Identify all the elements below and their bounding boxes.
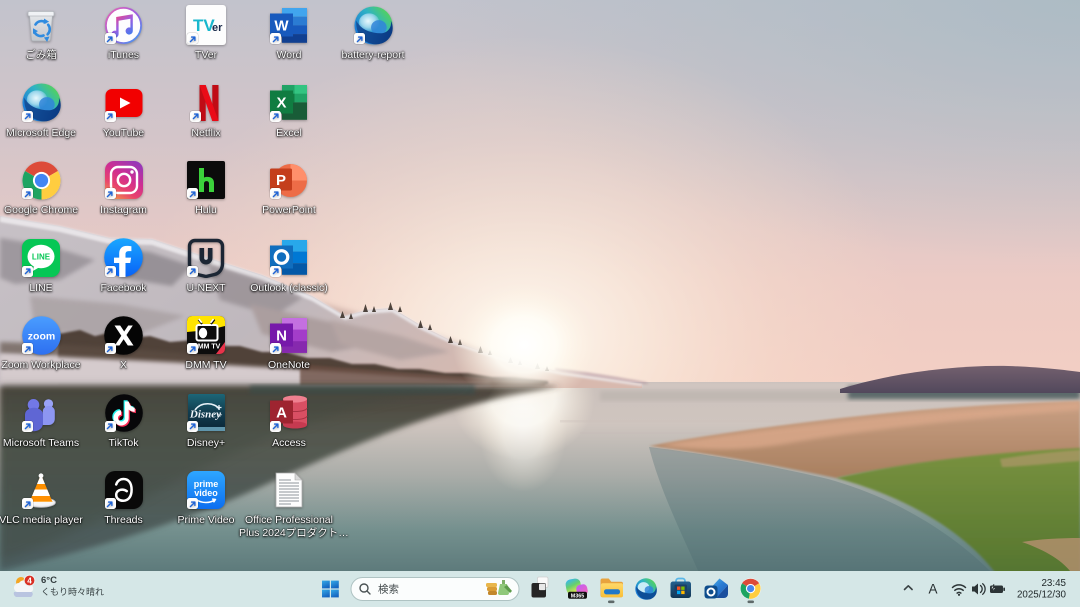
svg-text:N: N (276, 327, 287, 344)
svg-text:+: + (217, 410, 222, 420)
svg-text:検索: 検索 (378, 583, 399, 596)
svg-text:W: W (274, 17, 289, 34)
svg-text:A: A (276, 405, 287, 422)
svg-text:X: X (276, 95, 286, 112)
svg-text:video: video (194, 488, 218, 498)
svg-text:Disney: Disney (188, 409, 220, 421)
svg-text:4: 4 (27, 576, 32, 585)
svg-text:A: A (928, 582, 937, 597)
svg-text:P: P (276, 172, 286, 189)
svg-text:M365: M365 (571, 593, 585, 599)
svg-text:2025/12/30: 2025/12/30 (1017, 590, 1067, 601)
svg-text:LINE: LINE (32, 252, 51, 261)
svg-text:23:45: 23:45 (1041, 578, 1066, 589)
svg-text:zoom: zoom (27, 330, 54, 342)
svg-text:er: er (212, 22, 223, 34)
